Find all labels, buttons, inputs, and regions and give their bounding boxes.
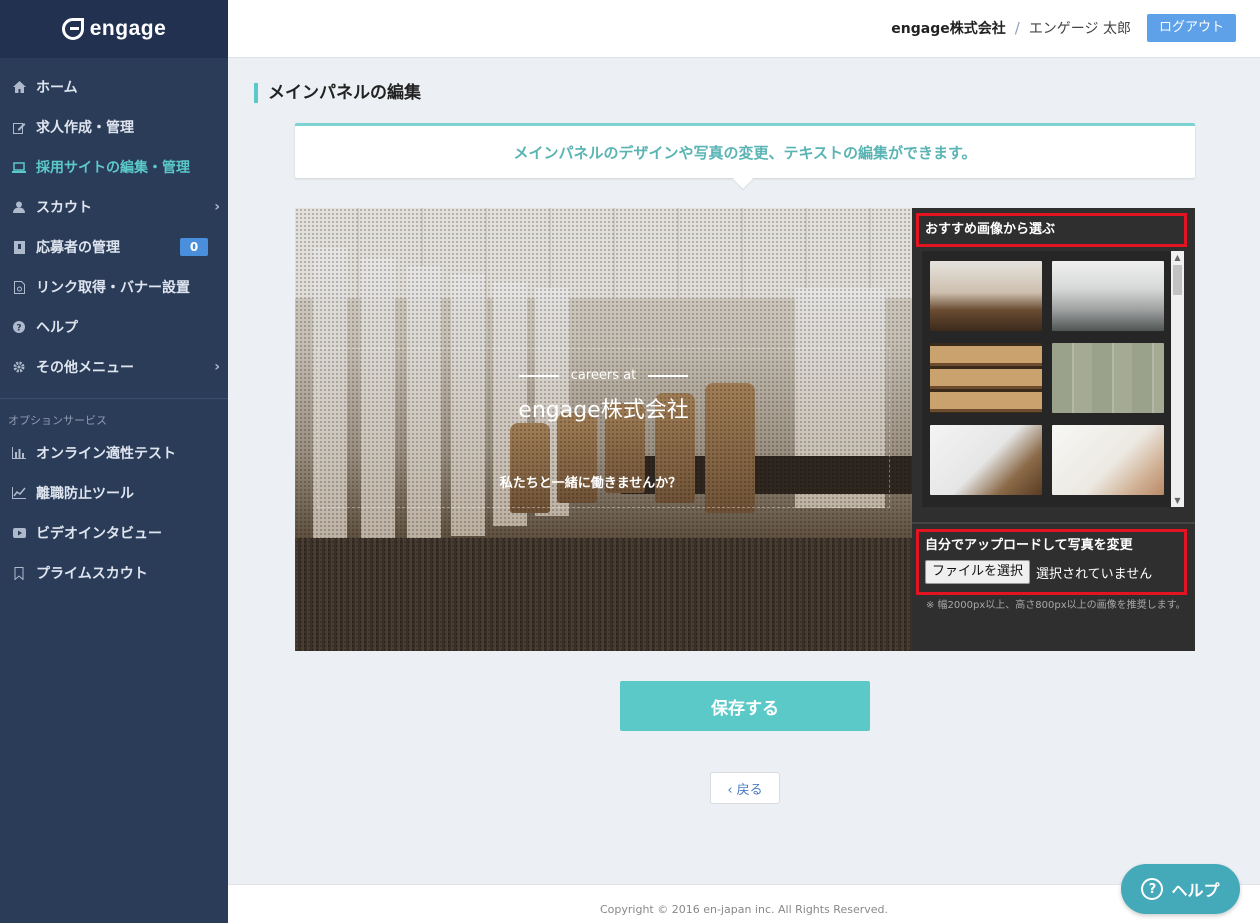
header-user-name: エンゲージ 太郎 — [1028, 21, 1131, 37]
video-icon — [12, 526, 26, 540]
header-separator: / — [1014, 19, 1020, 37]
floating-help-label: ヘルプ — [1171, 881, 1220, 900]
image-thumbnail-office[interactable] — [1052, 261, 1164, 331]
sidebar-item-link-banner[interactable]: リンク取得・バナー設置 — [0, 267, 228, 307]
question-icon: ? — [1141, 878, 1164, 900]
sidebar-item-label: オンライン適性テスト — [36, 446, 176, 462]
sidebar-item-label: スカウト — [36, 200, 92, 216]
image-size-note: ※ 幅2000px以上、高さ800px以上の画像を推奨します。 — [926, 600, 1186, 611]
sidebar-item-jobs[interactable]: 求人作成・管理 — [0, 107, 228, 147]
link-doc-icon — [12, 280, 26, 294]
hero-message[interactable]: 私たちと一緒に働きませんか？ — [295, 472, 899, 491]
recommended-images-label: おすすめ画像から選ぶ — [916, 213, 1187, 247]
sidebar-item-applicants[interactable]: 応募者の管理 0 — [0, 227, 228, 267]
sidebar-item-label: プライムスカウト — [36, 566, 148, 582]
svg-text:?: ? — [16, 324, 21, 334]
sidebar-item-label: ヘルプ — [36, 320, 78, 336]
logout-button[interactable]: ログアウト — [1146, 14, 1236, 42]
footer: Copyright © 2016 en-japan inc. All Right… — [228, 884, 1260, 923]
image-thumbnail-bookshelf[interactable] — [930, 343, 1042, 413]
top-header: engage株式会社 / エンゲージ 太郎 ログアウト — [228, 0, 1260, 58]
copyright-text: Copyright © 2016 en-japan inc. All Right… — [599, 903, 889, 916]
sidebar-item-help[interactable]: ? ヘルプ — [0, 307, 228, 347]
upload-section: 自分でアップロードして写真を変更 ファイルを選択 選択されていません — [916, 529, 1187, 595]
main-nav: ホーム 求人作成・管理 採用サイトの編集・管理 スカウト › 応募者の管理 0 … — [0, 58, 228, 593]
home-icon — [12, 80, 26, 94]
sidebar-item-aptitude-test[interactable]: オンライン適性テスト — [0, 433, 228, 473]
sidebar-item-other-menu[interactable]: その他メニュー › — [0, 347, 228, 387]
floating-help-button[interactable]: ? ヘルプ — [1121, 864, 1240, 914]
scroll-thumb[interactable] — [1173, 265, 1182, 295]
sidebar-item-label: ホーム — [36, 80, 78, 96]
sidebar-item-label: 離職防止ツール — [36, 486, 134, 502]
sidebar-item-label: 応募者の管理 — [36, 240, 120, 256]
line-chart-icon — [12, 486, 26, 500]
gallery-scrollbar[interactable]: ▲ ▼ — [1171, 251, 1184, 507]
save-button[interactable]: 保存する — [620, 681, 870, 731]
sidebar-item-label: その他メニュー — [36, 360, 134, 376]
sidebar: engage ホーム 求人作成・管理 採用サイトの編集・管理 スカウト › 応募… — [0, 0, 228, 923]
careers-line-left — [518, 374, 559, 377]
bookmark-icon — [12, 566, 26, 580]
sidebar-item-retention-tool[interactable]: 離職防止ツール — [0, 473, 228, 513]
applicant-count-badge: 0 — [180, 238, 208, 256]
careers-at-text: careers at — [570, 368, 637, 383]
recommended-image-gallery: ▲ ▼ — [922, 251, 1184, 507]
hero-careers-at: careers at — [295, 368, 912, 383]
main-panel-editor: careers at engage株式会社 私たちと一緒に働きませんか？ おすす… — [295, 208, 1195, 651]
file-status-text: 選択されていません — [1036, 566, 1153, 582]
page-title: メインパネルの編集 — [254, 83, 421, 103]
logo[interactable]: engage — [0, 0, 228, 58]
upload-label: 自分でアップロードして写真を変更 — [925, 538, 1133, 553]
edit-icon — [12, 120, 26, 134]
user-icon — [12, 200, 26, 214]
image-picker-panel: おすすめ画像から選ぶ ▲ ▼ 自分でアップロードして写真を変更 ファイルを選択 … — [912, 208, 1195, 651]
sidebar-item-home[interactable]: ホーム — [0, 67, 228, 107]
panel-divider — [912, 522, 1195, 524]
image-thumbnail-wood[interactable] — [1052, 343, 1164, 413]
engage-logo-icon — [61, 18, 84, 40]
scroll-up-icon[interactable]: ▲ — [1171, 253, 1184, 262]
chevron-right-icon: › — [214, 359, 220, 375]
hero-company-name[interactable]: engage株式会社 — [295, 392, 912, 424]
scroll-down-icon[interactable]: ▼ — [1171, 496, 1184, 505]
image-thumbnail-desk[interactable] — [930, 425, 1042, 495]
question-icon: ? — [12, 320, 26, 334]
sidebar-item-label: 求人作成・管理 — [36, 120, 134, 136]
header-account: engage株式会社 / エンゲージ 太郎 ログアウト — [891, 14, 1236, 42]
applicant-icon — [12, 240, 26, 254]
sidebar-item-label: リンク取得・バナー設置 — [36, 280, 190, 296]
chevron-right-icon: › — [214, 199, 220, 215]
bar-chart-icon — [12, 446, 26, 460]
info-message: メインパネルのデザインや写真の変更、テキストの編集ができます。 — [295, 123, 1195, 178]
image-thumbnail-meeting-room[interactable] — [930, 261, 1042, 331]
file-input: ファイルを選択 選択されていません — [925, 560, 1178, 584]
choose-file-button[interactable]: ファイルを選択 — [925, 560, 1031, 584]
sidebar-item-scout[interactable]: スカウト › — [0, 187, 228, 227]
sidebar-item-label: ビデオインタビュー — [36, 526, 162, 542]
gear-icon — [12, 360, 26, 374]
sidebar-divider — [0, 398, 228, 399]
image-thumbnail-smartphone[interactable] — [1052, 425, 1164, 495]
back-button[interactable]: ‹ 戻る — [710, 772, 780, 804]
header-company-name: engage株式会社 — [891, 21, 1006, 37]
careers-line-right — [648, 374, 689, 377]
laptop-icon — [12, 160, 26, 174]
info-message-text: メインパネルのデザインや写真の変更、テキストの編集ができます。 — [513, 143, 977, 162]
hero-preview[interactable]: careers at engage株式会社 私たちと一緒に働きませんか？ — [295, 208, 912, 651]
logo-text: engage — [89, 17, 167, 40]
sidebar-item-video-interview[interactable]: ビデオインタビュー — [0, 513, 228, 553]
sidebar-item-prime-scout[interactable]: プライムスカウト — [0, 553, 228, 593]
sidebar-item-recruit-site[interactable]: 採用サイトの編集・管理 — [0, 147, 228, 187]
option-services-heading: オプションサービス — [8, 414, 107, 427]
sidebar-item-label: 採用サイトの編集・管理 — [36, 160, 190, 176]
